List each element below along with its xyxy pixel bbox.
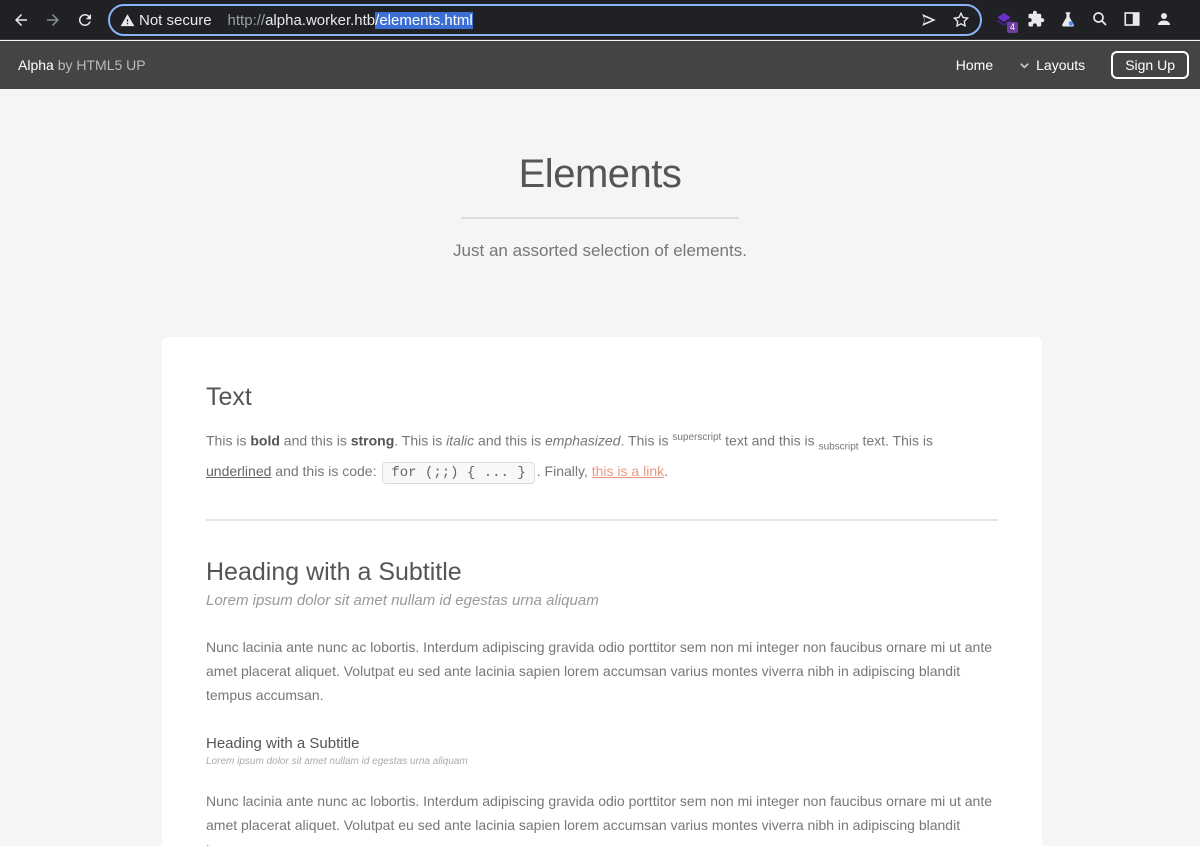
- reload-icon: [78, 13, 91, 26]
- small-heading-subtitle: Lorem ipsum dolor sit amet nullam id ege…: [206, 756, 468, 768]
- security-label: Not secure: [139, 11, 212, 29]
- lorem-paragraph-2: Nunc lacinia ante nunc ac lobortis. Inte…: [206, 793, 992, 846]
- extension-badge: 4: [1006, 22, 1018, 33]
- flask-icon: [1062, 12, 1074, 27]
- heading-subtitle: Lorem ipsum dolor sit amet nullam id ege…: [206, 592, 599, 610]
- text-seg: and this is: [474, 432, 545, 449]
- nav-home[interactable]: Home: [956, 57, 993, 73]
- text-seg: . This is: [620, 432, 673, 449]
- extension-purple[interactable]: 4: [994, 9, 1018, 33]
- text-seg: . This is: [394, 432, 447, 449]
- side-panel-button[interactable]: [1122, 9, 1142, 29]
- italic-text: italic: [446, 432, 475, 449]
- warning-icon: [120, 13, 135, 26]
- lorem-paragraph-1: Nunc lacinia ante nunc ac lobortis. Inte…: [206, 639, 992, 704]
- search-button[interactable]: [1090, 9, 1110, 29]
- chevron-down-icon: [1020, 62, 1029, 69]
- site-brand[interactable]: Alpha by HTML5 UP: [18, 57, 146, 73]
- url-path-selected: /elements.html: [375, 11, 473, 29]
- search-icon: [1093, 12, 1107, 26]
- superscript-text: superscript: [672, 432, 722, 443]
- text-seg: text and this is: [721, 432, 819, 449]
- heading-with-subtitle: Heading with a Subtitle: [206, 558, 462, 587]
- bold-text: bold: [250, 432, 280, 449]
- emphasized-text: emphasized: [545, 432, 621, 449]
- star-icon[interactable]: [952, 11, 970, 29]
- text-seg: text. This is: [858, 432, 934, 449]
- address-bar[interactable]: Not secure http://alpha.worker.htb/eleme…: [108, 4, 982, 36]
- site-nav: Home Layouts Sign Up: [956, 41, 1200, 89]
- text-seg: This is: [206, 432, 251, 449]
- site-header: Alpha by HTML5 UP Home Layouts Sign Up: [0, 41, 1200, 89]
- nav-layouts-label: Layouts: [1036, 57, 1086, 73]
- strong-text: strong: [350, 432, 395, 449]
- person-icon: [1158, 13, 1170, 25]
- puzzle-icon: [1028, 10, 1045, 27]
- extensions-button[interactable]: [1026, 9, 1046, 29]
- nav-layouts[interactable]: Layouts: [1019, 57, 1085, 73]
- back-button[interactable]: [5, 4, 37, 36]
- labs-button[interactable]: [1058, 9, 1078, 29]
- url-scheme: http://: [227, 11, 266, 29]
- brand-by: by HTML5 UP: [57, 57, 146, 73]
- send-icon[interactable]: [920, 11, 938, 29]
- url-host: alpha.worker.htb: [265, 11, 376, 29]
- security-indicator[interactable]: Not secure: [120, 12, 212, 29]
- title-rule: [461, 217, 739, 219]
- url-text[interactable]: http://alpha.worker.htb/elements.html: [227, 11, 473, 29]
- subscript-text: subscript: [818, 441, 859, 453]
- text-seg: and this is: [279, 432, 351, 449]
- browser-toolbar: Not secure http://alpha.worker.htb/eleme…: [0, 0, 1200, 40]
- text-seg: . Finally,: [536, 463, 592, 480]
- content-card: Text This is bold and this is strong. Th…: [162, 337, 1042, 846]
- page-title: Elements: [518, 152, 682, 196]
- text-seg: .: [664, 463, 668, 480]
- arrow-right-icon: [47, 13, 59, 26]
- small-heading-with-subtitle: Heading with a Subtitle: [206, 735, 360, 753]
- arrow-left-icon: [15, 13, 27, 26]
- text-seg: and this is code:: [271, 463, 381, 480]
- forward-button[interactable]: [37, 4, 69, 36]
- text-demo-paragraph: This is bold and this is strong. This is…: [206, 425, 998, 486]
- text-heading: Text: [206, 383, 252, 411]
- section-divider: [206, 519, 998, 522]
- demo-link[interactable]: this is a link: [592, 463, 664, 479]
- page-banner: Elements Just an assorted selection of e…: [0, 89, 1200, 261]
- side-panel-icon: [1124, 12, 1140, 26]
- signup-button[interactable]: Sign Up: [1111, 51, 1189, 79]
- page-tagline: Just an assorted selection of elements.: [453, 241, 747, 260]
- reload-button[interactable]: [69, 4, 101, 36]
- brand-name: Alpha: [18, 57, 54, 73]
- inline-code: for (;;) { ... }: [382, 462, 535, 485]
- underlined-text: underlined: [206, 463, 272, 480]
- profile-button[interactable]: [1154, 9, 1174, 29]
